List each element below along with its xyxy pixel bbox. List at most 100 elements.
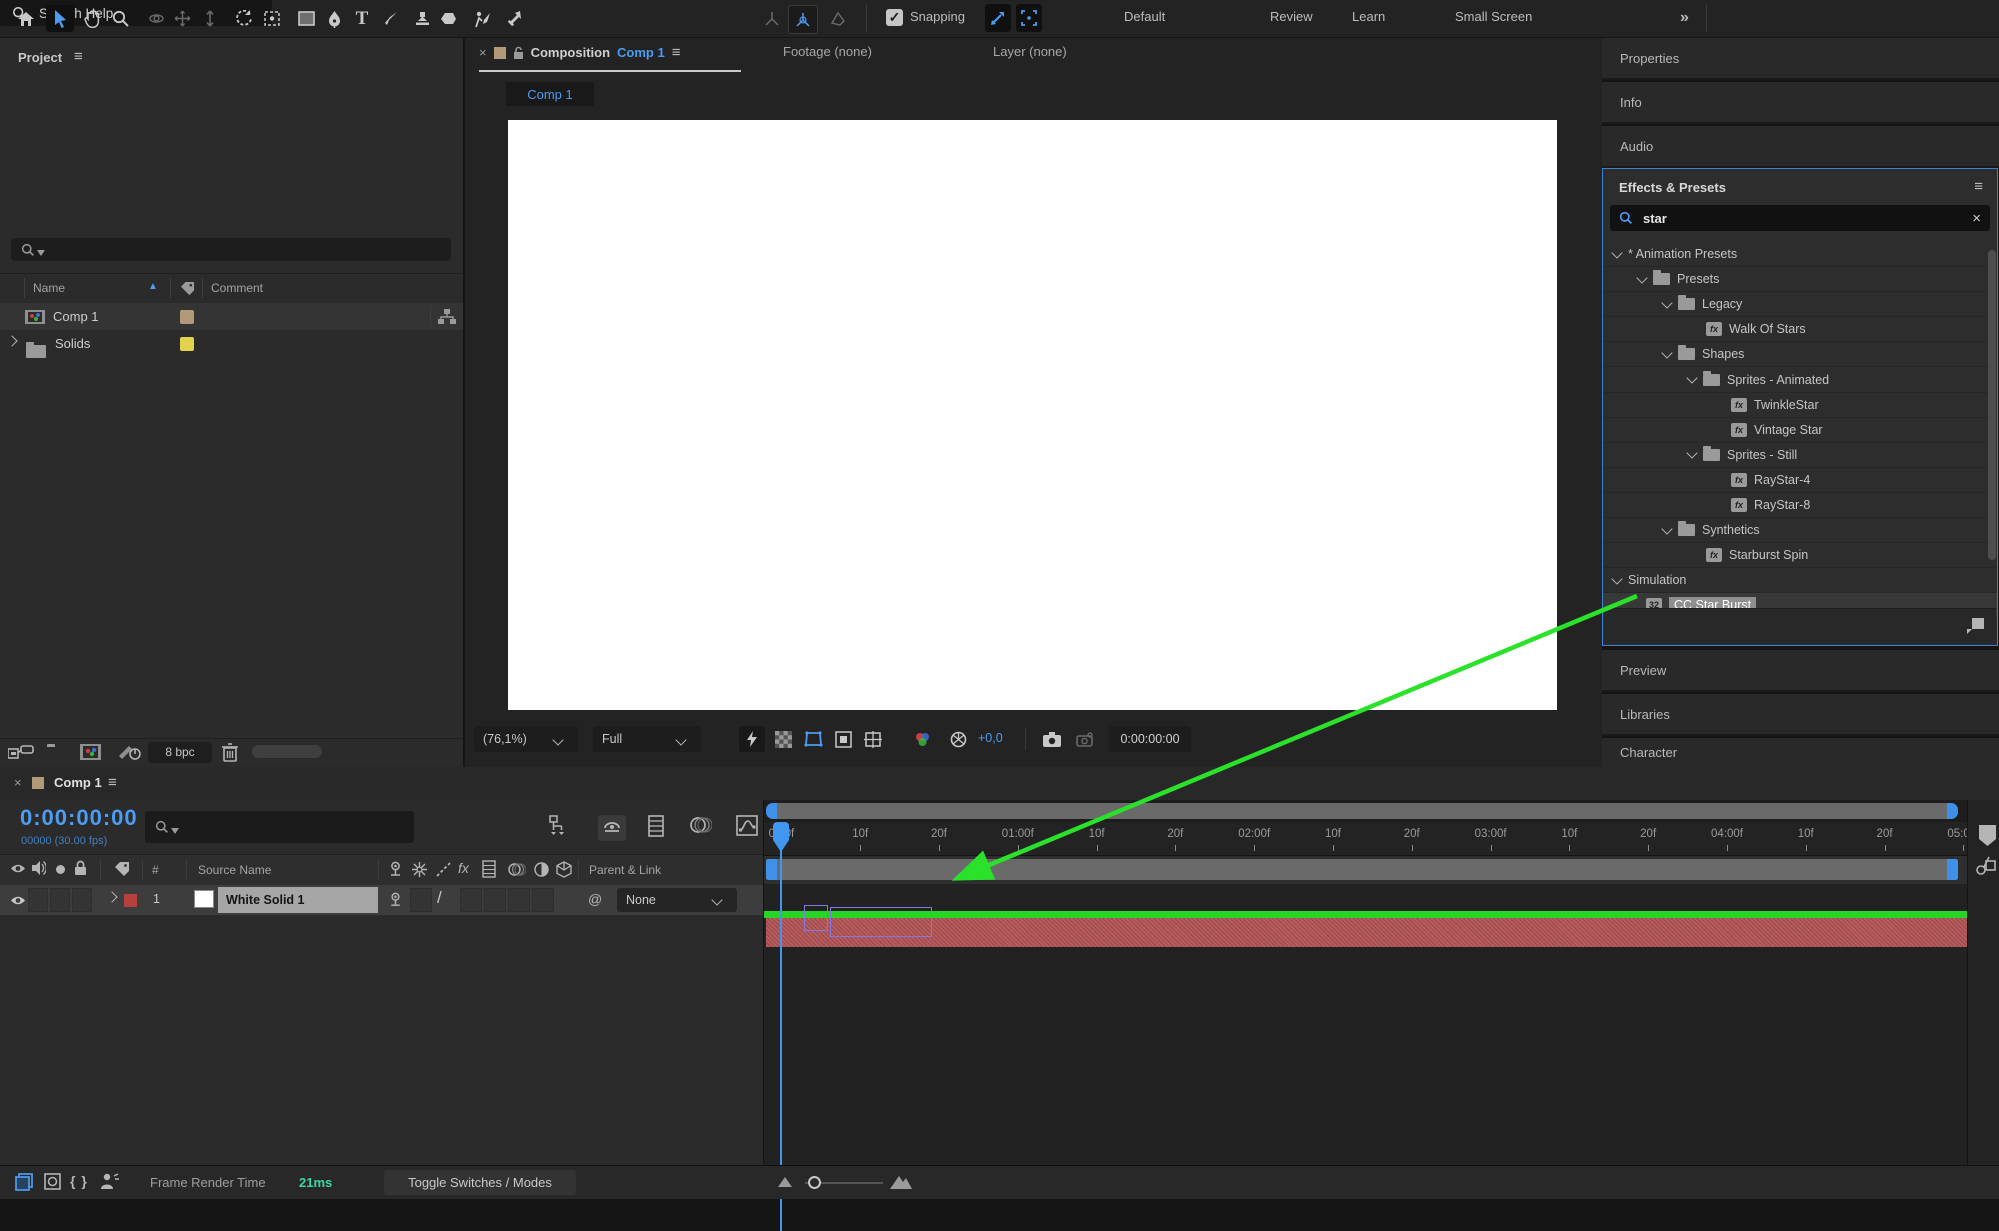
lock-icon[interactable] xyxy=(74,860,87,876)
project-search-input[interactable] xyxy=(11,238,451,261)
adjustment-cell[interactable] xyxy=(532,888,554,912)
puppet-pin-tool-icon[interactable] xyxy=(500,5,528,32)
navigator-start-handle[interactable] xyxy=(766,803,777,819)
workspace-tab-review[interactable]: Review xyxy=(1270,9,1313,24)
tab-properties[interactable]: Properties xyxy=(1602,38,1999,80)
timeline-search-input[interactable] xyxy=(145,811,414,843)
chevron-down-icon[interactable] xyxy=(1661,347,1673,359)
3d-layer-column-icon[interactable] xyxy=(556,861,572,878)
resolution-dropdown[interactable]: Full xyxy=(593,726,701,752)
expand-arrow-icon[interactable] xyxy=(6,335,18,347)
work-area-end-handle[interactable] xyxy=(1947,859,1958,880)
frame-blend-cell[interactable] xyxy=(484,888,506,912)
tree-item-sprites-still[interactable]: Sprites - Still xyxy=(1603,443,1997,468)
column-name[interactable]: Name xyxy=(33,281,65,295)
shy-column-icon[interactable] xyxy=(388,861,403,879)
world-axis-mode-icon[interactable] xyxy=(788,5,818,34)
frame-blend-column-icon[interactable] xyxy=(482,860,496,878)
project-row-solids[interactable]: Solids xyxy=(0,330,463,358)
fx-cell[interactable] xyxy=(460,888,482,912)
selection-tool-icon[interactable] xyxy=(46,5,74,32)
project-row-comp1[interactable]: Comp 1 xyxy=(0,303,463,330)
column-source-name[interactable]: Source Name xyxy=(198,863,271,877)
tab-libraries[interactable]: Libraries xyxy=(1602,694,1999,736)
parent-pickwhip-icon[interactable]: @ xyxy=(588,891,602,907)
tab-layer[interactable]: Layer (none) xyxy=(993,44,1067,59)
snap-along-edges-icon[interactable] xyxy=(985,4,1011,32)
project-panel-menu-icon[interactable]: ≡ xyxy=(74,48,83,65)
chevron-down-icon[interactable] xyxy=(1611,246,1623,259)
workspace-tab-learn[interactable]: Learn xyxy=(1352,9,1385,24)
workspace-overflow-icon[interactable]: » xyxy=(1680,9,1689,27)
chevron-down-icon[interactable] xyxy=(1686,447,1698,459)
expand-layer-icon[interactable] xyxy=(106,891,118,903)
chevron-down-icon[interactable] xyxy=(1611,573,1623,585)
snap-to-features-icon[interactable] xyxy=(1016,4,1042,32)
mask-visibility-icon[interactable] xyxy=(801,726,825,752)
grid-guides-icon[interactable] xyxy=(861,726,885,752)
tab-composition[interactable]: × Composition Comp 1 ≡ xyxy=(479,44,680,61)
brush-tool-icon[interactable] xyxy=(376,5,404,32)
navigator-end-handle[interactable] xyxy=(1947,803,1958,819)
audio-cell[interactable] xyxy=(28,888,48,912)
quality-column-icon[interactable] xyxy=(436,862,451,877)
stamp-tool-icon[interactable] xyxy=(408,5,436,32)
composition-canvas[interactable] xyxy=(508,120,1557,710)
collapse-transformations-icon[interactable] xyxy=(412,862,427,877)
flowchart-icon[interactable] xyxy=(438,309,456,325)
expand-transfer-controls-icon[interactable] xyxy=(44,1173,61,1190)
hand-tool-icon[interactable] xyxy=(78,5,106,32)
bit-depth-button[interactable]: 8 bpc xyxy=(148,742,212,763)
lock-cell[interactable] xyxy=(72,888,92,912)
tree-item-starburst-spin[interactable]: fx Starburst Spin xyxy=(1603,543,1997,569)
comp-marker-bin-icon[interactable] xyxy=(1978,824,1997,847)
chevron-down-icon[interactable] xyxy=(1661,297,1673,309)
timeline-zoom-slider-knob[interactable] xyxy=(808,1176,821,1189)
workspace-tab-small-screen[interactable]: Small Screen xyxy=(1455,9,1532,24)
toggle-switches-modes-button[interactable]: Toggle Switches / Modes xyxy=(384,1170,576,1195)
layer-name[interactable]: White Solid 1 xyxy=(218,887,378,913)
expand-in-out-icon[interactable]: { } xyxy=(70,1173,88,1189)
viewer-panel-menu-icon[interactable]: ≡ xyxy=(672,44,681,61)
tree-item-presets[interactable]: Presets xyxy=(1603,267,1997,293)
time-navigator[interactable] xyxy=(764,800,1968,822)
chevron-down-icon[interactable] xyxy=(1686,372,1698,384)
tree-item-synthetics[interactable]: Synthetics xyxy=(1603,518,1997,544)
render-time-person-icon[interactable] xyxy=(100,1173,120,1190)
tab-info[interactable]: Info xyxy=(1602,82,1999,124)
label-column-icon[interactable] xyxy=(114,861,130,877)
new-panel-icon[interactable] xyxy=(1967,618,1984,634)
transparency-grid-icon[interactable] xyxy=(771,726,795,752)
tree-item-animation-presets[interactable]: * Animation Presets xyxy=(1603,242,1997,268)
tree-item-vintage-star[interactable]: fx Vintage Star xyxy=(1603,418,1997,443)
exposure-value[interactable]: +0,0 xyxy=(978,731,1003,745)
zoom-in-mountain-icon[interactable] xyxy=(890,1174,912,1189)
effects-search-box[interactable]: × xyxy=(1610,205,1990,231)
dolly-camera-tool-icon[interactable] xyxy=(196,5,224,32)
orbit-camera-tool-icon[interactable] xyxy=(142,5,170,32)
collapse-cell[interactable] xyxy=(410,888,432,912)
home-icon[interactable] xyxy=(12,5,40,32)
view-axis-mode-icon[interactable] xyxy=(824,5,852,32)
timeline-tab-label[interactable]: Comp 1 xyxy=(54,775,102,790)
tree-item-walk-of-stars[interactable]: fx Walk Of Stars xyxy=(1603,317,1997,343)
tree-item-twinklestar[interactable]: fx TwinkleStar xyxy=(1603,393,1997,418)
label-column-icon[interactable] xyxy=(180,281,195,296)
solid-color-swatch[interactable] xyxy=(194,890,214,908)
column-number[interactable]: # xyxy=(152,863,159,877)
project-flowchart-icon[interactable] xyxy=(8,745,34,762)
composition-breadcrumb[interactable]: Comp 1 xyxy=(506,82,594,106)
local-axis-mode-icon[interactable] xyxy=(758,5,786,32)
comp-button-icon[interactable] xyxy=(1975,853,1998,877)
audio-speaker-icon[interactable] xyxy=(32,860,46,876)
tab-preview[interactable]: Preview xyxy=(1602,650,1999,692)
layer-quality-icon[interactable]: / xyxy=(437,888,442,908)
type-tool-icon[interactable]: T xyxy=(348,5,376,32)
video-eye-icon[interactable] xyxy=(10,863,26,874)
tree-item-shapes[interactable]: Shapes xyxy=(1603,342,1997,368)
layer-duration-bar[interactable] xyxy=(766,918,1968,947)
rotation-tool-icon[interactable] xyxy=(230,5,258,32)
adjustment-layer-column-icon[interactable] xyxy=(534,862,549,877)
rotobrush-tool-icon[interactable] xyxy=(468,5,496,32)
label-color-chip[interactable] xyxy=(180,309,194,324)
